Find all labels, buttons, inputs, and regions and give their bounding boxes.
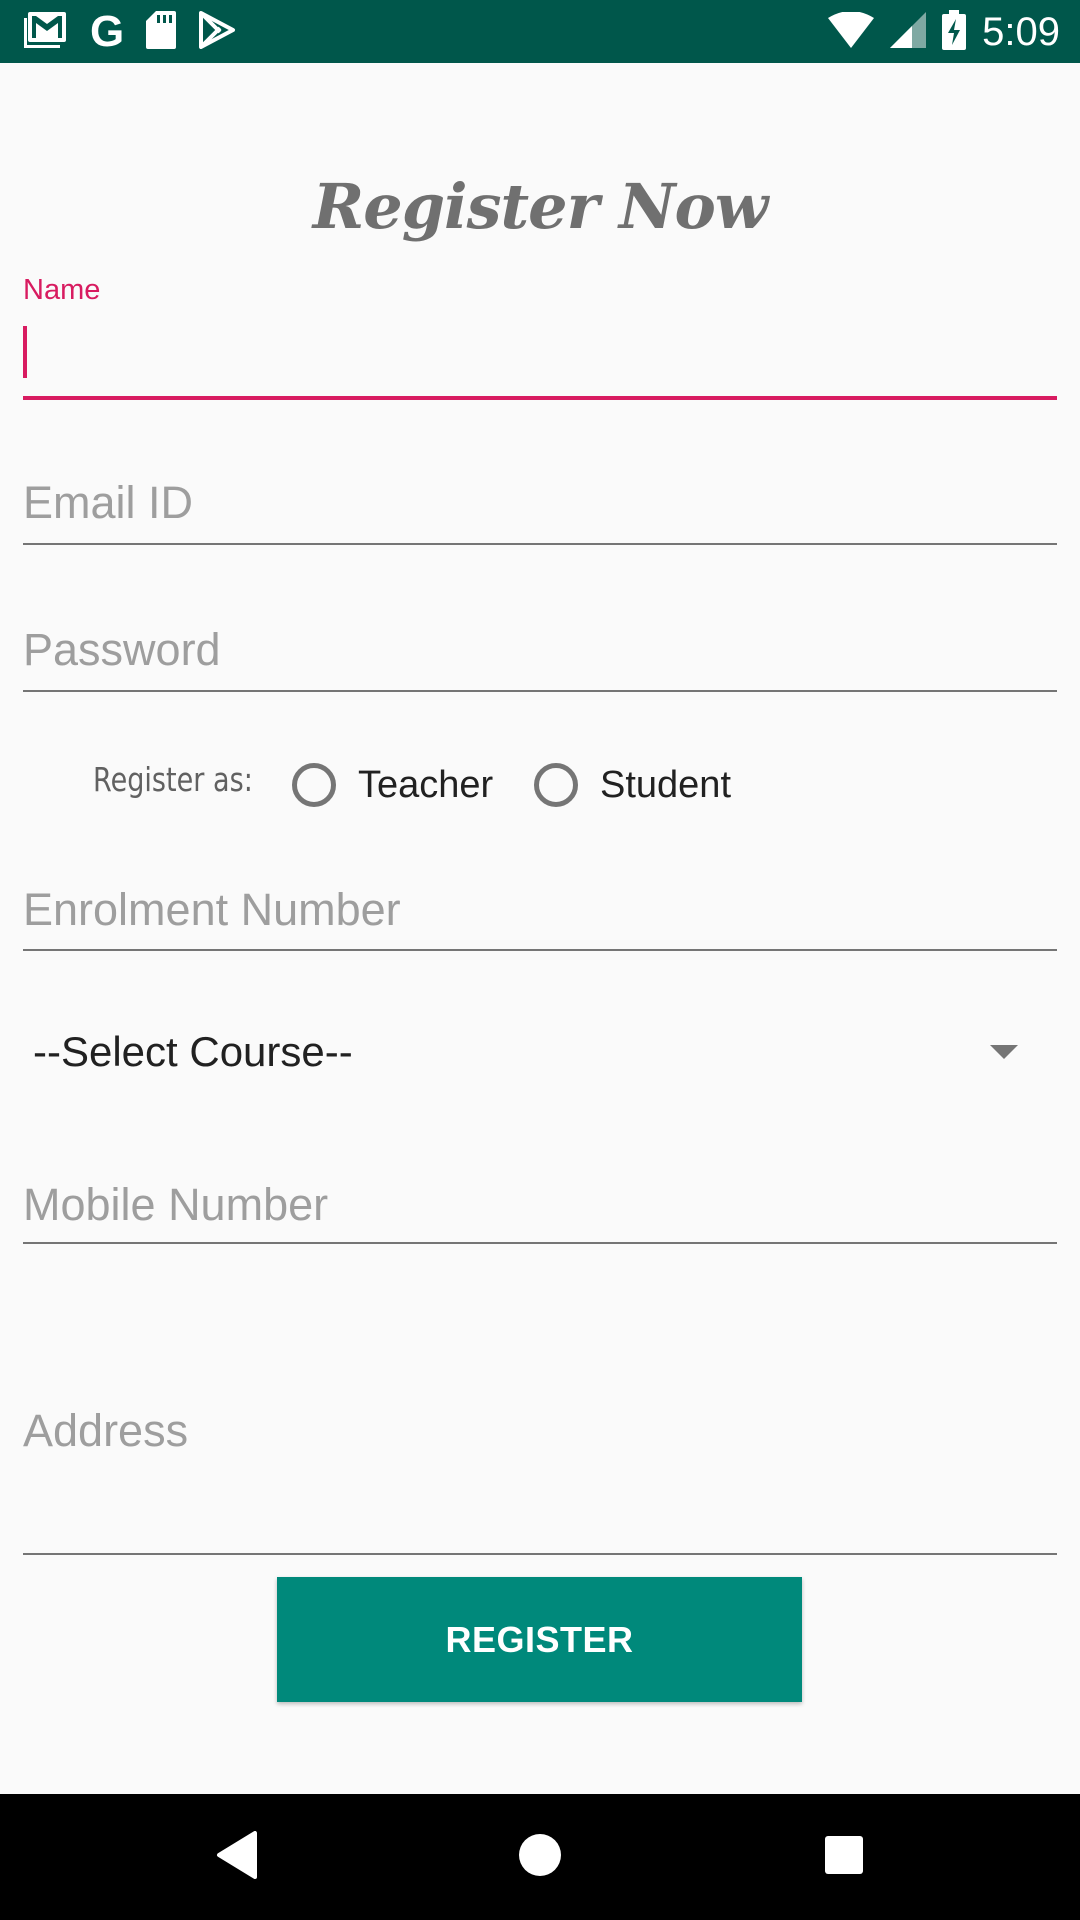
address-field[interactable] (23, 1398, 1057, 1556)
course-selected-value: --Select Course-- (33, 1028, 353, 1075)
navigation-bar (0, 1794, 1080, 1920)
sd-card-icon (146, 11, 177, 53)
register-as-label: Register as: (93, 760, 253, 799)
play-store-icon (198, 11, 236, 53)
register-button[interactable]: REGISTER (277, 1577, 802, 1702)
enrolment-field[interactable] (23, 877, 1057, 953)
nav-home-button[interactable] (470, 1794, 610, 1920)
google-icon: G (90, 7, 125, 56)
mobile-field[interactable] (23, 1172, 1057, 1248)
password-input[interactable] (23, 617, 1057, 683)
email-field[interactable] (23, 470, 1057, 546)
name-label: Name (23, 274, 101, 306)
wifi-icon (828, 11, 875, 52)
home-icon (518, 1833, 562, 1881)
address-input[interactable] (23, 1398, 1057, 1464)
cell-signal-icon (890, 12, 927, 52)
radio-button-student[interactable] (534, 763, 578, 807)
name-underline (23, 396, 1057, 400)
radio-student[interactable]: Student (534, 757, 731, 813)
radio-button-teacher[interactable] (292, 763, 336, 807)
register-screen: G 5:09 Register Now Name Email ID Regist… (0, 0, 1080, 1920)
email-underline (23, 543, 1057, 545)
radio-teacher[interactable]: Teacher (292, 757, 493, 813)
enrolment-underline (23, 949, 1057, 951)
back-icon (215, 1831, 259, 1883)
password-field[interactable] (23, 617, 1057, 693)
clock: 5:09 (982, 10, 1060, 54)
page-title: Register Now (312, 170, 769, 243)
address-underline (23, 1553, 1057, 1555)
dropdown-arrow-icon (990, 1045, 1018, 1059)
password-underline (23, 690, 1057, 692)
nav-recents-button[interactable] (774, 1794, 914, 1920)
enrolment-input[interactable] (23, 877, 1057, 943)
status-bar: G 5:09 (0, 0, 1080, 63)
nav-back-button[interactable] (167, 1794, 307, 1920)
radio-student-label: Student (600, 763, 731, 806)
radio-teacher-label: Teacher (358, 763, 494, 806)
course-dropdown[interactable]: --Select Course-- (23, 1020, 1057, 1084)
gmail-icon (22, 10, 68, 54)
name-input[interactable] (23, 324, 1057, 382)
email-input[interactable] (23, 470, 1057, 536)
recents-icon (824, 1835, 864, 1879)
battery-charging-icon (942, 10, 967, 54)
name-field[interactable]: Name (23, 272, 1057, 402)
mobile-input[interactable] (23, 1172, 1057, 1238)
mobile-underline (23, 1242, 1057, 1244)
